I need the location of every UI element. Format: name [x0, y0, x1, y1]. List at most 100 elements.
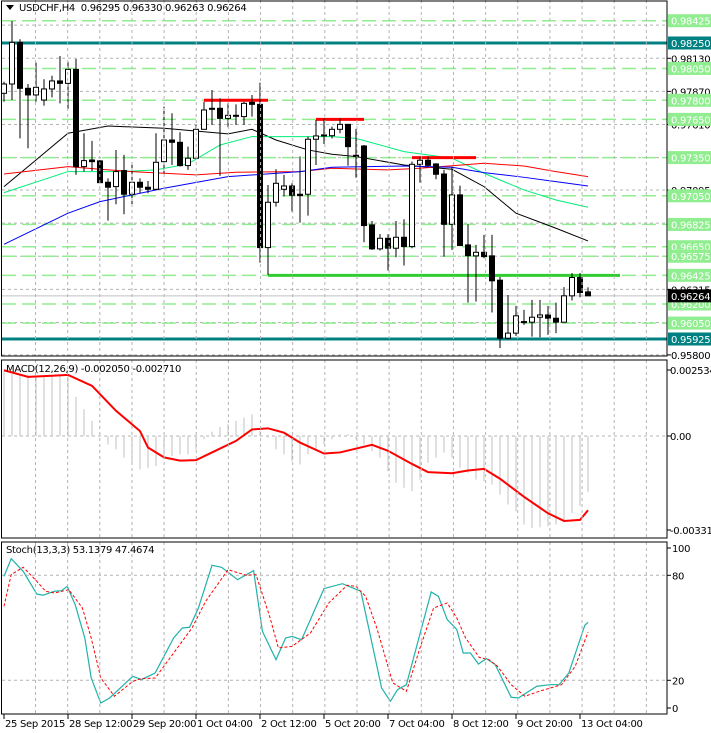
- candle-body: [425, 159, 431, 166]
- candle: [449, 166, 455, 250]
- candle-body: [209, 107, 215, 110]
- candle-body: [497, 279, 503, 339]
- time-axis-label: 9 Oct 20:00: [517, 719, 573, 730]
- candle-body: [289, 185, 295, 196]
- candle: [473, 244, 479, 302]
- candle: [57, 55, 63, 104]
- candle-body: [281, 185, 287, 190]
- key-level-tag: 0.98250: [671, 39, 710, 50]
- candle-body: [465, 244, 471, 257]
- time-axis-label: 25 Sep 2015: [5, 719, 65, 730]
- candle: [81, 133, 87, 172]
- macd-title: MACD(12,26,9) -0.002050 -0.002710: [6, 364, 182, 375]
- candle-body: [585, 291, 591, 297]
- time-axis-label: 8 Oct 12:00: [453, 719, 509, 730]
- fib-level-tag: 0.96575: [671, 252, 710, 263]
- pane-frame: [1, 359, 668, 539]
- fib-level-tag: 0.97800: [671, 96, 710, 107]
- candle-body: [185, 157, 191, 167]
- candle: [121, 154, 127, 215]
- candle: [25, 83, 31, 149]
- candle-body: [377, 237, 383, 250]
- fib-level-tag: 0.97050: [671, 192, 710, 203]
- candle: [273, 169, 279, 207]
- time-axis-label: 7 Oct 04:00: [389, 719, 445, 730]
- macd-axis-label: -0.003318: [670, 526, 711, 537]
- stoch-axis-label: 80: [672, 571, 684, 582]
- candle-body: [313, 135, 319, 140]
- stoch-pane: [2, 557, 667, 704]
- symbol-label: USDCHF,H4: [19, 3, 75, 14]
- ohlc-readout: 0.96295 0.96330 0.96263 0.96264: [80, 3, 247, 14]
- time-axis-label: 2 Oct 12:00: [261, 719, 317, 730]
- candle-body: [153, 161, 159, 190]
- candle-body: [57, 80, 63, 84]
- candle-body: [265, 201, 271, 249]
- candle-body: [25, 87, 31, 96]
- main-pane: [2, 19, 667, 356]
- fib-level-tag: 0.98425: [671, 17, 710, 28]
- candle: [361, 144, 367, 243]
- fib-level-tag: 0.96425: [671, 271, 710, 282]
- candle: [353, 128, 359, 178]
- candle-body: [329, 128, 335, 137]
- candle-body: [393, 236, 399, 249]
- candle-body: [321, 134, 327, 137]
- candle: [17, 39, 23, 139]
- candle-body: [89, 159, 95, 163]
- dropdown-triangle-icon[interactable]: [6, 5, 14, 10]
- candle: [9, 20, 15, 101]
- candle-body: [409, 163, 415, 248]
- stoch-title: Stoch(13,3,3) 53.1379 47.4674: [6, 545, 155, 556]
- candle-body: [521, 321, 527, 324]
- candle-body: [337, 123, 343, 130]
- candle: [289, 183, 295, 212]
- candle-body: [401, 236, 407, 248]
- fib-level-tag: 0.96050: [671, 319, 710, 330]
- candle-body: [177, 141, 183, 167]
- stoch-axis-label: 0: [672, 704, 678, 715]
- candle: [441, 169, 447, 257]
- candle-body: [273, 182, 279, 203]
- macd-axis-label: 0.00: [670, 432, 691, 443]
- candle-body: [257, 103, 263, 249]
- chart-header: USDCHF,H4 0.96295 0.96330 0.96263 0.9626…: [6, 3, 247, 14]
- stoch-axis-label: 100: [672, 544, 690, 555]
- stoch-axis-label: 20: [672, 676, 684, 687]
- candle-body: [201, 109, 207, 130]
- candle: [377, 233, 383, 251]
- candle-body: [489, 255, 495, 282]
- candle-body: [505, 332, 511, 339]
- candle: [281, 174, 287, 197]
- candle: [241, 101, 247, 125]
- price-axis-label: 0.95800: [671, 351, 710, 362]
- candle: [217, 98, 223, 176]
- candle: [305, 136, 311, 216]
- candle-body: [9, 41, 15, 85]
- candle-body: [49, 80, 55, 90]
- candle: [249, 94, 255, 117]
- candle: [41, 79, 47, 106]
- candle-body: [441, 173, 447, 225]
- candle-body: [305, 138, 311, 195]
- candle-body: [121, 170, 127, 195]
- candle: [265, 184, 271, 275]
- candle: [89, 140, 95, 171]
- candle: [177, 132, 183, 167]
- time-axis-label: 13 Oct 04:00: [581, 719, 643, 730]
- candle: [369, 220, 375, 250]
- candle: [233, 104, 239, 125]
- candle: [465, 224, 471, 303]
- candle: [409, 161, 415, 249]
- candle: [137, 178, 143, 194]
- candle: [457, 185, 463, 247]
- candle-body: [353, 154, 359, 158]
- candle: [433, 163, 439, 180]
- candle-body: [457, 194, 463, 247]
- candle: [585, 287, 591, 297]
- candle-body: [81, 160, 87, 168]
- candle: [73, 59, 79, 175]
- candle: [521, 309, 527, 325]
- fib-level-tag: 0.97650: [671, 115, 710, 126]
- candle-body: [473, 251, 479, 257]
